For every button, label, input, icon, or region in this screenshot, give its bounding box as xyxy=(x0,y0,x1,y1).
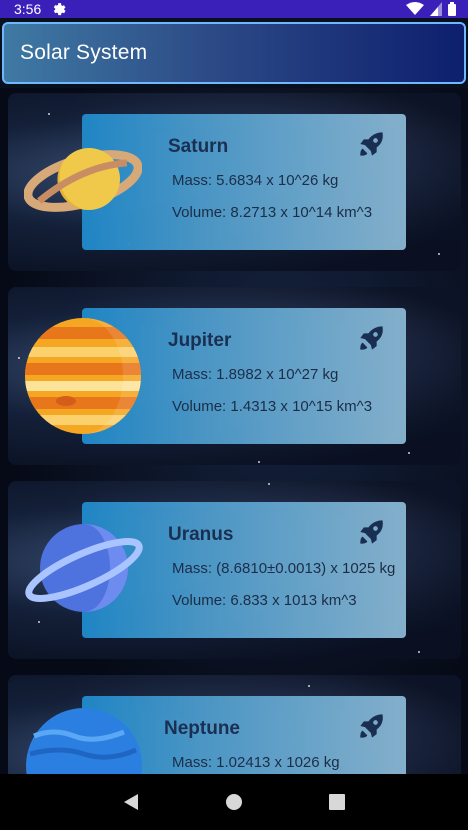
wifi-icon xyxy=(406,2,424,15)
recents-button[interactable] xyxy=(326,791,348,813)
planet-mass: Mass: (8.6810±0.0013) x 1025 kg xyxy=(172,560,396,577)
home-button[interactable] xyxy=(223,791,245,813)
app-bar: Solar System xyxy=(2,22,466,84)
planet-volume: Volume: 1.4313 x 10^15 km^3 xyxy=(172,398,373,415)
status-icons xyxy=(406,2,456,16)
app-bar-container: Solar System xyxy=(0,18,468,88)
jupiter-image xyxy=(25,318,141,434)
back-icon xyxy=(124,794,139,810)
planet-name: Neptune xyxy=(164,718,240,739)
rocket-icon[interactable] xyxy=(358,518,386,546)
rocket-icon[interactable] xyxy=(358,712,386,740)
saturn-image xyxy=(24,148,142,212)
planet-name: Jupiter xyxy=(168,330,232,351)
battery-icon xyxy=(448,2,456,16)
planet-volume: Volume: 6.833 x 1013 km^3 xyxy=(172,592,357,609)
planet-mass: Mass: 1.02413 x 1026 kg xyxy=(172,754,340,771)
planet-name: Saturn xyxy=(168,136,229,157)
app-title: Solar System xyxy=(20,41,148,64)
rocket-icon[interactable] xyxy=(358,130,386,158)
recents-icon xyxy=(328,794,345,810)
planet-mass: Mass: 5.6834 x 10^26 kg xyxy=(172,172,339,189)
signal-icon xyxy=(430,2,442,16)
rocket-icon[interactable] xyxy=(358,324,386,352)
neptune-image xyxy=(26,708,142,774)
uranus-image xyxy=(25,524,143,612)
planet-name: Uranus xyxy=(168,524,234,545)
status-time: 3:56 xyxy=(14,1,42,17)
status-bar: 3:56 xyxy=(0,0,468,18)
planet-mass: Mass: 1.8982 x 10^27 kg xyxy=(172,366,339,383)
gear-icon xyxy=(54,3,66,16)
navigation-bar xyxy=(0,774,468,830)
back-button[interactable] xyxy=(120,791,142,813)
planet-volume: Volume: 8.2713 x 10^14 km^3 xyxy=(172,204,373,221)
planet-list[interactable]: Saturn Mass: 5.6834 x 10^26 kg Volume: 8… xyxy=(0,88,468,774)
home-icon xyxy=(225,794,242,810)
